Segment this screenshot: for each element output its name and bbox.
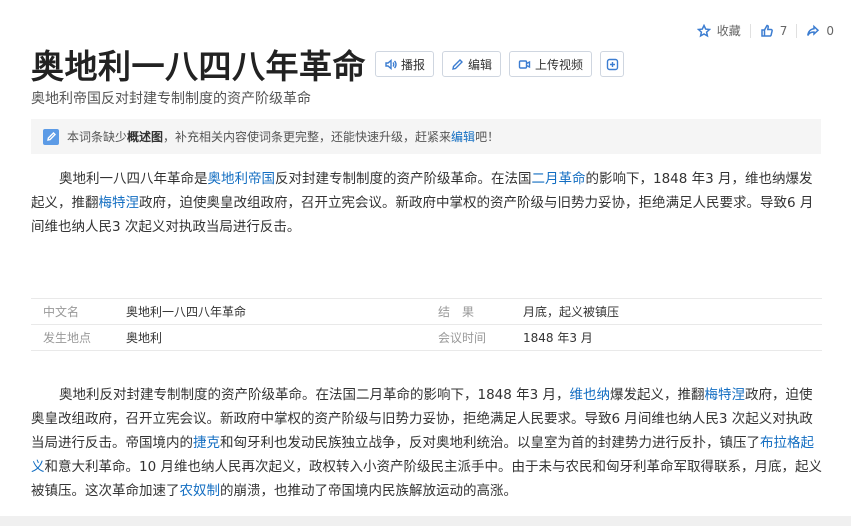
link-metternich[interactable]: 梅特涅 (99, 195, 140, 211)
info-value: 奥地利 (126, 331, 163, 345)
link-austrian-empire[interactable]: 奥地利帝国 (208, 171, 276, 187)
info-value: 月底，起义被镇压 (523, 305, 620, 319)
text: 政府，迫使奥皇改组政府，召开立宪会议。新政府中掌权的资产阶级与旧势力妥协，拒绝满… (31, 195, 814, 235)
link-serfdom[interactable]: 农奴制 (180, 483, 221, 499)
share-button[interactable]: 0 (797, 24, 843, 38)
infobox-row: 发生地点 奥地利 会议时间 1848 年3 月 (31, 325, 822, 351)
text: 爆发起义，推翻 (610, 387, 705, 403)
upload-video-label: 上传视频 (535, 57, 584, 72)
infobox-row: 中文名 奥地利一八四八年革命 结 果 月底，起义被镇压 (31, 299, 822, 325)
body-paragraph: 奥地利反对封建专制制度的资产阶级革命。在法国二月革命的影响下，1848 年3 月… (31, 383, 822, 503)
title-row: 奥地利一八四八年革命 播报 编辑 上传视频 (31, 40, 625, 88)
summary-paragraph: 奥地利一八四八年革命是奥地利帝国反对封建专制制度的资产阶级革命。在法国二月革命的… (31, 167, 822, 239)
notice-text-post: 吧！ (475, 130, 500, 144)
top-actions: 收藏 7 0 (688, 22, 843, 39)
play-button[interactable]: 播报 (375, 51, 435, 77)
add-button[interactable] (600, 51, 625, 77)
collect-button[interactable]: 收藏 (688, 22, 750, 39)
link-czech[interactable]: 捷克 (193, 435, 220, 451)
text: 奥地利反对封建专制制度的资产阶级革命。在法国二月革命的影响下，1848 年3 月… (59, 387, 570, 403)
link-february-revolution[interactable]: 二月革命 (532, 171, 586, 187)
edit-label: 编辑 (468, 57, 493, 72)
edit-button[interactable]: 编辑 (442, 51, 502, 77)
page-title: 奥地利一八四八年革命 (31, 47, 366, 86)
info-value: 1848 年3 月 (523, 331, 593, 345)
share-count: 0 (826, 23, 834, 38)
play-label: 播报 (401, 57, 426, 72)
like-count: 7 (779, 23, 788, 38)
speaker-icon (385, 58, 397, 70)
upload-video-button[interactable]: 上传视频 (509, 51, 593, 77)
plus-icon (606, 58, 618, 70)
info-key: 中文名 (43, 305, 80, 319)
notice-edit-link[interactable]: 编辑 (451, 128, 475, 145)
notice-bar: 本词条缺少 概述图 ，补充相关内容使词条更完整，还能快速升级，赶紧来 编辑 吧！ (31, 119, 821, 154)
share-icon (807, 24, 820, 36)
pencil-icon (452, 58, 464, 70)
star-icon (696, 23, 711, 37)
text: 的崩溃，也推动了帝国境内民族解放运动的高涨。 (220, 483, 517, 499)
infobox: 中文名 奥地利一八四八年革命 结 果 月底，起义被镇压 发生地点 奥地利 会议时… (31, 298, 822, 351)
like-button[interactable]: 7 (751, 24, 797, 38)
link-vienna[interactable]: 维也纳 (570, 387, 611, 403)
subtitle: 奥地利帝国反对封建专制制度的资产阶级革命 (31, 91, 311, 107)
notice-text-mid: ，补充相关内容使词条更完整，还能快速升级，赶紧来 (163, 130, 452, 144)
text: 奥地利一八四八年革命是 (59, 171, 208, 187)
bottom-band (0, 516, 851, 526)
notice-bold: 概述图 (127, 130, 164, 144)
info-key: 结 果 (438, 305, 475, 319)
thumbs-up-icon (760, 24, 773, 37)
text: 反对封建专制制度的资产阶级革命。在法国 (275, 171, 532, 187)
link-metternich[interactable]: 梅特涅 (705, 387, 746, 403)
edit-notice-icon (43, 128, 59, 145)
video-icon (518, 59, 531, 69)
info-value: 奥地利一八四八年革命 (126, 305, 247, 319)
text: 和匈牙利也发动民族独立战争，反对奥地利统治。以皇室为首的封建势力进行反扑，镇压了 (220, 435, 760, 451)
notice-text-pre: 本词条缺少 (67, 130, 128, 144)
info-key: 发生地点 (43, 331, 92, 345)
collect-label: 收藏 (716, 24, 741, 38)
info-key: 会议时间 (438, 331, 487, 345)
